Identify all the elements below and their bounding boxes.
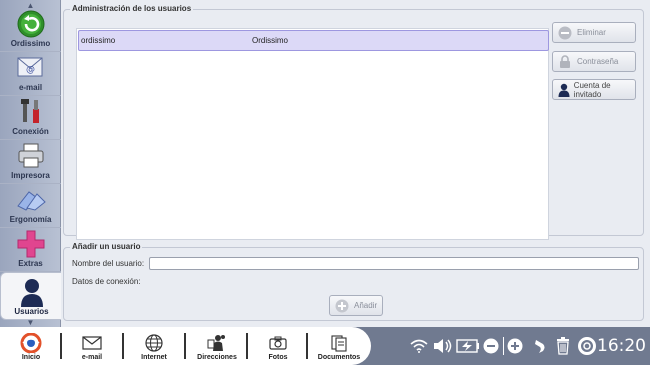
taskbar-item-direcciones[interactable]: Direcciones xyxy=(190,327,244,365)
documents-icon xyxy=(330,333,348,353)
user-name-label: Nombre del usuario: xyxy=(72,259,145,268)
taskbar-item-label: Direcciones xyxy=(197,354,237,361)
wifi-icon[interactable] xyxy=(408,327,430,365)
guest-account-button-label: Cuenta de invitado xyxy=(573,80,611,99)
help-lifebuoy-icon[interactable] xyxy=(576,327,598,365)
password-button-label: Contraseña xyxy=(577,57,619,66)
sidebar-item-label: Conexión xyxy=(12,127,49,136)
camera-icon xyxy=(269,333,287,353)
sidebar: ▲ Ordissimo @ e-mail Conexión Impresora … xyxy=(0,0,62,327)
taskbar-item-inicio[interactable]: Inicio xyxy=(8,327,54,365)
delete-button[interactable]: Eliminar xyxy=(552,22,636,43)
envelope-icon xyxy=(82,333,102,353)
back-arrow-icon xyxy=(15,9,47,39)
sidebar-item-label: Usuarios xyxy=(14,307,49,316)
contacts-icon xyxy=(207,333,227,353)
plus-circle-icon xyxy=(334,298,350,314)
user-list[interactable]: ordissimo Ordissimo xyxy=(76,28,549,240)
taskbar-item-email[interactable]: e-mail xyxy=(66,327,118,365)
undo-icon[interactable] xyxy=(529,327,551,365)
volume-icon[interactable] xyxy=(432,327,454,365)
taskbar-separator xyxy=(60,333,62,359)
taskbar-item-label: Inicio xyxy=(21,354,41,361)
taskbar-separator xyxy=(184,333,186,359)
battery-charging-icon xyxy=(455,327,481,365)
ordissimo-logo-icon xyxy=(20,333,42,353)
lock-icon xyxy=(557,54,573,70)
add-user-button[interactable]: Añadir xyxy=(329,295,383,316)
users-group-title: Administración de los usuarios xyxy=(70,4,194,13)
user-name-input[interactable] xyxy=(149,257,639,270)
connection-data-label: Datos de conexión: xyxy=(72,277,141,286)
taskbar-item-label: Fotos xyxy=(268,354,288,361)
taskbar-item-internet[interactable]: Internet xyxy=(128,327,180,365)
password-button[interactable]: Contraseña xyxy=(552,51,636,72)
delete-button-label: Eliminar xyxy=(577,28,606,37)
sidebar-item-ordissimo[interactable]: Ordissimo xyxy=(0,8,61,52)
sidebar-item-conexion[interactable]: Conexión xyxy=(0,96,61,140)
sidebar-item-extras[interactable]: Extras xyxy=(0,228,61,272)
user-icon xyxy=(16,277,48,307)
cards-icon xyxy=(15,185,47,215)
user-name: Ordissimo xyxy=(252,36,289,45)
sidebar-item-label: e-mail xyxy=(18,83,43,92)
guest-account-button[interactable]: Cuenta de invitado xyxy=(552,79,636,100)
taskbar-item-fotos[interactable]: Fotos xyxy=(252,327,304,365)
users-group: Administración de los usuarios ordissimo… xyxy=(63,4,644,240)
taskbar: Inicio e-mail Internet Direcciones Fotos… xyxy=(0,327,650,365)
sidebar-item-usuarios[interactable]: Usuarios xyxy=(0,272,62,320)
taskbar-separator xyxy=(306,333,308,359)
sidebar-item-label: Ordissimo xyxy=(10,39,51,48)
taskbar-item-documentos[interactable]: Documentos xyxy=(312,327,366,365)
sidebar-item-ergonomia[interactable]: Ergonomía xyxy=(0,184,61,228)
taskbar-item-label: Documentos xyxy=(317,354,361,361)
add-user-group-title: Añadir un usuario xyxy=(70,242,143,251)
user-icon xyxy=(557,82,572,98)
sidebar-item-label: Ergonomía xyxy=(9,215,52,224)
globe-icon xyxy=(145,333,163,353)
taskbar-item-label: Internet xyxy=(141,354,167,361)
table-row[interactable]: ordissimo Ordissimo xyxy=(78,30,549,51)
zoom-in-icon[interactable] xyxy=(505,327,525,365)
add-user-button-label: Añadir xyxy=(354,301,378,310)
sidebar-item-email[interactable]: @ e-mail xyxy=(0,52,61,96)
clock: 16:20 xyxy=(597,336,646,356)
taskbar-item-label: e-mail xyxy=(81,354,103,361)
plus-icon xyxy=(15,229,47,259)
sidebar-item-label: Extras xyxy=(18,259,43,268)
trash-icon[interactable] xyxy=(552,327,574,365)
zoom-out-icon[interactable] xyxy=(481,327,501,365)
main-panel: Administración de los usuarios ordissimo… xyxy=(61,0,650,327)
sidebar-scroll-down-icon[interactable]: ▼ xyxy=(0,317,61,327)
sidebar-item-impresora[interactable]: Impresora xyxy=(0,140,61,184)
taskbar-separator xyxy=(122,333,124,359)
user-login: ordissimo xyxy=(81,36,116,45)
svg-text:@: @ xyxy=(26,65,35,75)
taskbar-separator xyxy=(246,333,248,359)
envelope-icon: @ xyxy=(15,53,47,83)
sidebar-item-label: Impresora xyxy=(11,171,50,180)
minus-circle-icon xyxy=(557,25,573,41)
printer-icon xyxy=(15,141,47,171)
tools-icon xyxy=(15,97,47,127)
add-user-group: Añadir un usuario Nombre del usuario: Da… xyxy=(63,242,644,321)
